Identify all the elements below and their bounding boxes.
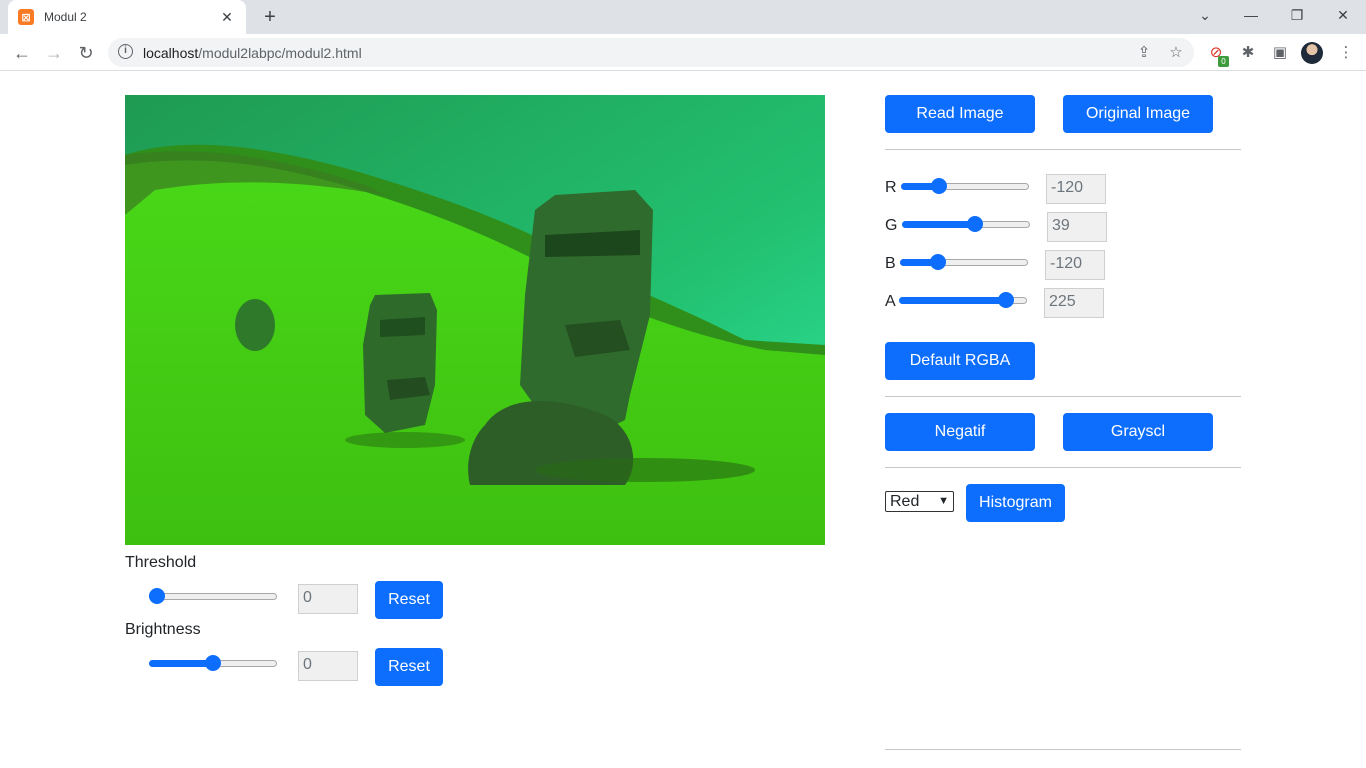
new-tab-button[interactable]: + <box>258 5 282 29</box>
a-value-input[interactable]: 225 <box>1044 288 1104 318</box>
chevron-down-icon: ▼ <box>938 495 949 507</box>
r-slider[interactable] <box>901 178 1029 194</box>
url-text: localhost/modul2labpc/modul2.html <box>143 45 362 61</box>
brightness-value-input[interactable]: 0 <box>298 651 358 681</box>
g-slider[interactable] <box>902 216 1030 232</box>
read-image-button[interactable]: Read Image <box>885 95 1035 133</box>
tab-search-icon[interactable]: ⌄ <box>1182 0 1228 30</box>
tab-strip: ⊠ Modul 2 ✕ + ⌄ — ❐ ✕ <box>0 0 1366 34</box>
extension-badge: 0 <box>1218 56 1229 67</box>
browser-tab[interactable]: ⊠ Modul 2 ✕ <box>8 0 246 34</box>
a-label: A <box>885 293 896 310</box>
b-label: B <box>885 255 896 272</box>
page-content: Threshold 0 Reset Brightness 0 Reset Rea… <box>0 72 1366 768</box>
r-value-input[interactable]: -120 <box>1046 174 1106 204</box>
info-icon[interactable]: i <box>118 44 133 59</box>
address-bar[interactable]: i localhost/modul2labpc/modul2.html ⇪ ☆ <box>108 38 1194 67</box>
close-window-button[interactable]: ✕ <box>1320 0 1366 30</box>
image-canvas <box>125 95 825 545</box>
default-rgba-button[interactable]: Default RGBA <box>885 342 1035 380</box>
minimize-button[interactable]: — <box>1228 0 1274 30</box>
threshold-label: Threshold <box>125 554 197 571</box>
threshold-value-input[interactable]: 0 <box>298 584 358 614</box>
puzzle-extensions-icon[interactable]: ✱ <box>1237 42 1259 64</box>
g-label: G <box>885 217 898 234</box>
forward-icon[interactable]: → <box>40 39 68 67</box>
r-label: R <box>885 179 897 196</box>
brightness-slider[interactable] <box>149 655 277 671</box>
threshold-slider[interactable] <box>149 588 277 604</box>
close-tab-icon[interactable]: ✕ <box>218 9 236 26</box>
brightness-label: Brightness <box>125 621 201 638</box>
divider <box>885 396 1241 397</box>
menu-icon[interactable]: ⋮ <box>1335 42 1357 64</box>
restore-button[interactable]: ❐ <box>1274 0 1320 30</box>
side-panel-icon[interactable]: ▣ <box>1269 42 1291 64</box>
brightness-reset-button[interactable]: Reset <box>375 648 443 686</box>
reload-icon[interactable]: ↻ <box>72 39 100 67</box>
back-icon[interactable]: ← <box>8 39 36 67</box>
tab-title: Modul 2 <box>44 10 87 24</box>
browser-toolbar: ← → ↻ i localhost/modul2labpc/modul2.htm… <box>0 34 1366 71</box>
divider <box>885 467 1241 468</box>
b-slider[interactable] <box>900 254 1028 270</box>
negatif-button[interactable]: Negatif <box>885 413 1035 451</box>
b-value-input[interactable]: -120 <box>1045 250 1105 280</box>
divider <box>885 149 1241 150</box>
g-value-input[interactable]: 39 <box>1047 212 1107 242</box>
grayscl-button[interactable]: Grayscl <box>1063 413 1213 451</box>
bookmark-star-icon[interactable]: ☆ <box>1166 43 1186 63</box>
original-image-button[interactable]: Original Image <box>1063 95 1213 133</box>
divider <box>885 749 1241 750</box>
share-icon[interactable]: ⇪ <box>1134 43 1154 63</box>
xampp-icon: ⊠ <box>18 9 34 25</box>
threshold-reset-button[interactable]: Reset <box>375 581 443 619</box>
histogram-button[interactable]: Histogram <box>966 484 1065 522</box>
profile-avatar[interactable] <box>1301 42 1323 64</box>
histogram-channel-select[interactable]: Red ▼ <box>885 491 954 512</box>
a-slider[interactable] <box>899 292 1027 308</box>
